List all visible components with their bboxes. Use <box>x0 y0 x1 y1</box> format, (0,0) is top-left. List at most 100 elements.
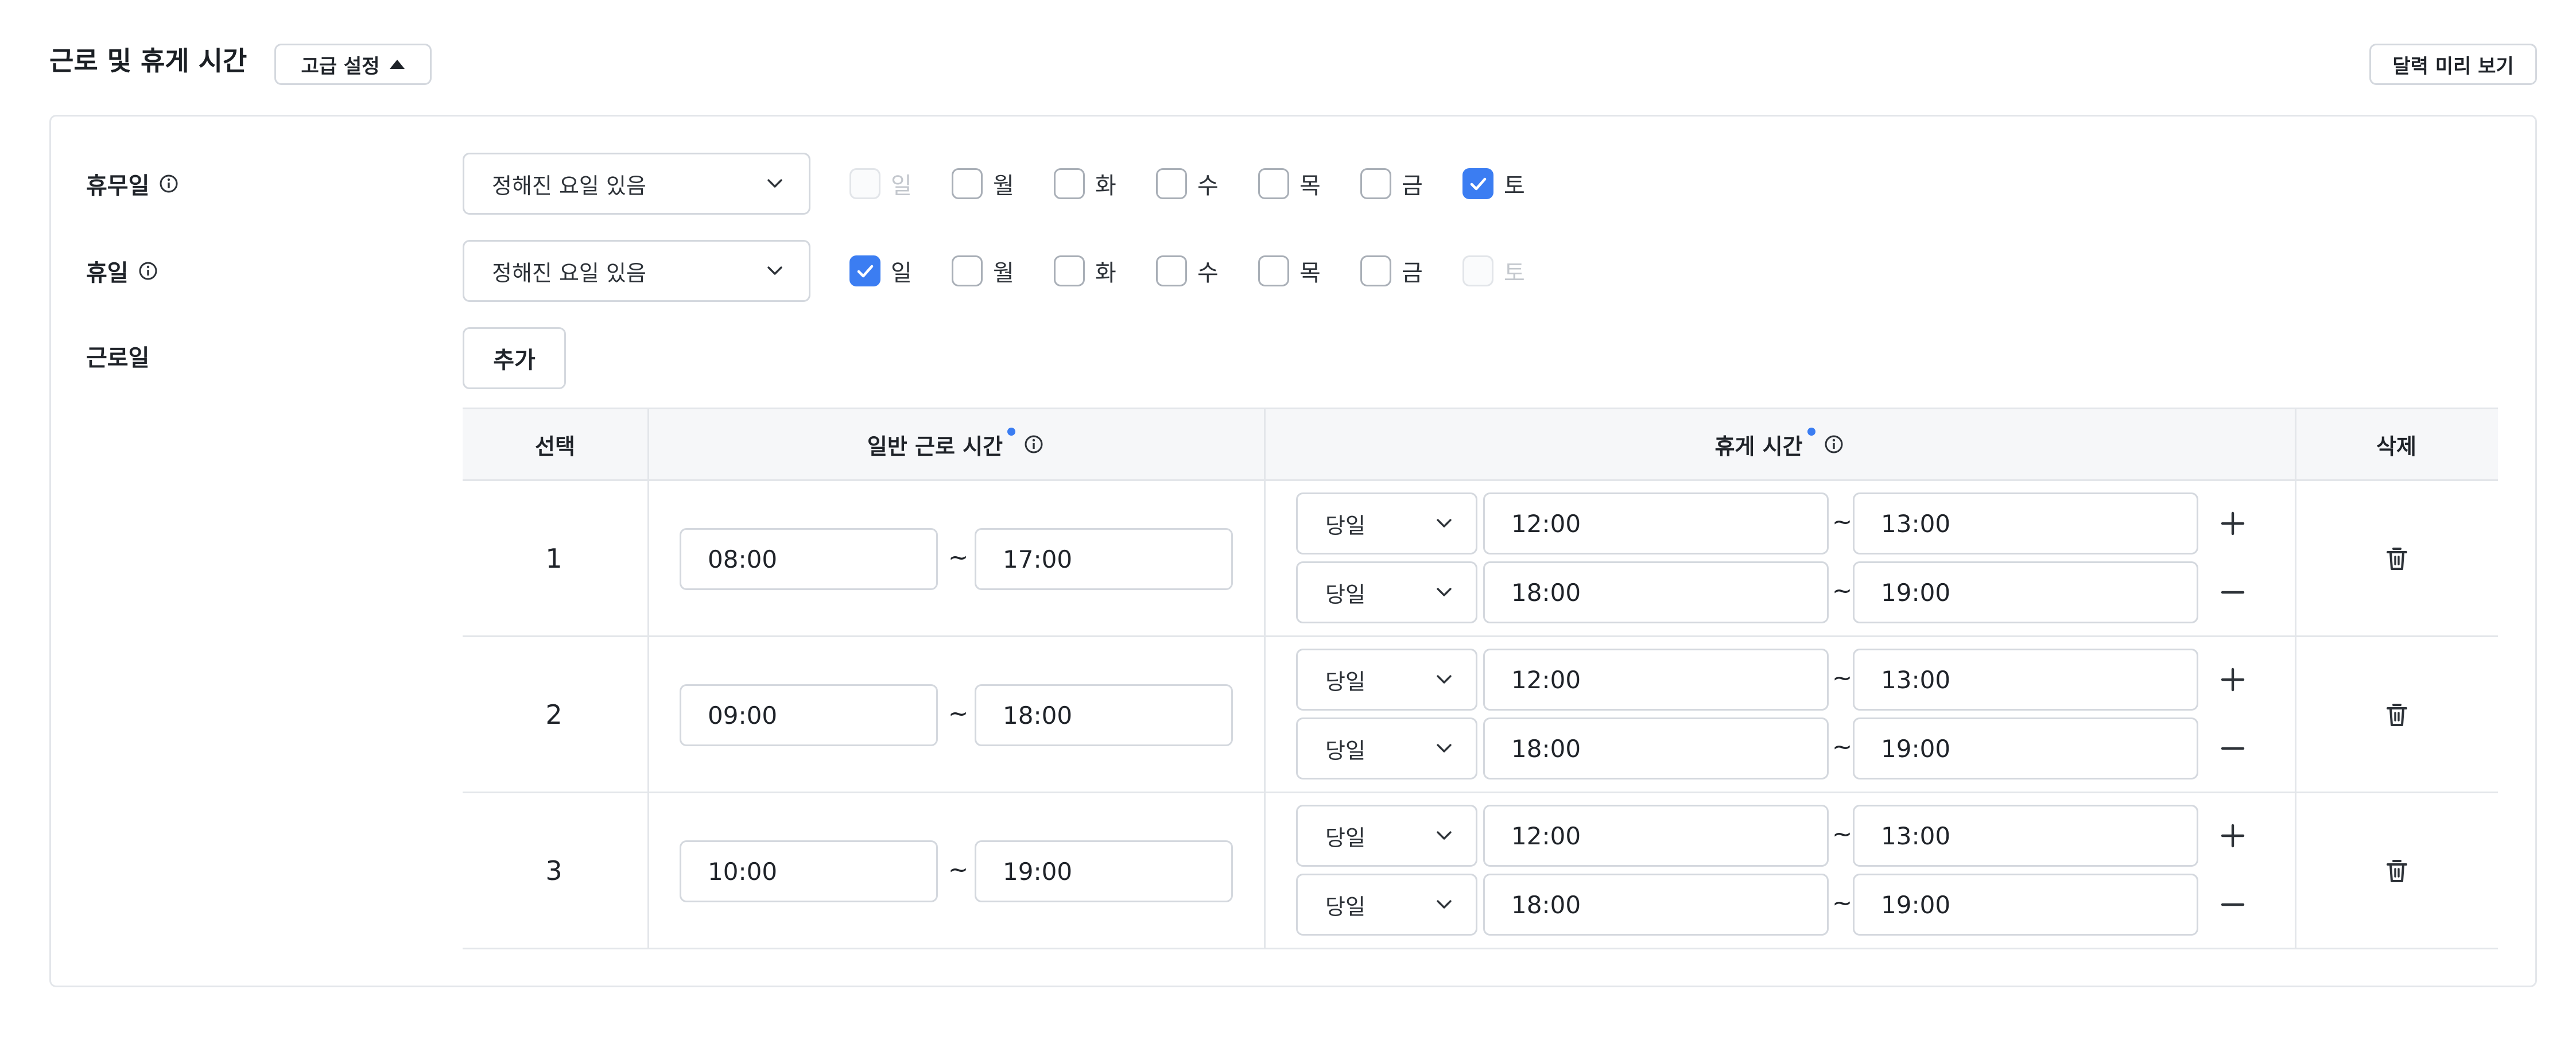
checkbox[interactable] <box>1156 168 1187 199</box>
checkbox[interactable] <box>1054 168 1085 199</box>
delete-row-button[interactable] <box>2380 542 2414 576</box>
break-day-select[interactable]: 당일 <box>1296 492 1477 554</box>
break-end-input[interactable]: 13:00 <box>1853 805 2198 867</box>
advanced-settings-button[interactable]: 고급 설정 <box>274 44 432 85</box>
day-checkbox[interactable]: 화 <box>1054 254 1116 288</box>
break-start-value: 12:00 <box>1511 665 1581 694</box>
check-icon <box>1470 177 1487 191</box>
add-workday-button[interactable]: 추가 <box>463 327 566 389</box>
regular-start-input[interactable]: 10:00 <box>680 840 938 902</box>
day-checkbox[interactable]: 토 <box>1462 166 1525 201</box>
required-dot <box>1007 428 1016 436</box>
day-checkbox: 토 <box>1462 254 1525 288</box>
caret-up-icon <box>390 60 405 69</box>
chevron-down-icon <box>1437 675 1452 684</box>
remove-break-button[interactable] <box>2216 887 2250 922</box>
day-checkbox: 일 <box>849 166 912 201</box>
delete-row-button[interactable] <box>2380 698 2414 732</box>
add-break-button[interactable] <box>2216 662 2250 697</box>
break-start-input[interactable]: 12:00 <box>1483 492 1829 554</box>
day-checkbox[interactable]: 수 <box>1156 166 1219 201</box>
regular-hours-label: 일반 근로 시간 <box>867 433 1003 459</box>
break-day-select[interactable]: 당일 <box>1296 717 1477 779</box>
row-divider <box>463 792 2498 793</box>
info-icon[interactable] <box>158 173 179 194</box>
row-number: 1 <box>545 543 562 574</box>
delete-row-button[interactable] <box>2380 854 2414 889</box>
add-break-button[interactable] <box>2216 506 2250 541</box>
day-checkbox[interactable]: 목 <box>1258 254 1321 288</box>
info-icon[interactable] <box>1023 434 1044 455</box>
regular-end-input[interactable]: 19:00 <box>975 840 1233 902</box>
calendar-preview-button[interactable]: 달력 미리 보기 <box>2369 44 2537 85</box>
break-day-value: 당일 <box>1325 669 1365 695</box>
checkbox <box>849 168 880 199</box>
holiday-select-value: 정해진 요일 있음 <box>492 260 646 286</box>
checkbox-checked[interactable] <box>849 255 880 286</box>
day-checkbox[interactable]: 금 <box>1360 166 1423 201</box>
section-title: 근로 및 휴게 시간 <box>49 45 247 76</box>
unpaid-holiday-select[interactable]: 정해진 요일 있음 <box>463 153 810 215</box>
break-end-input[interactable]: 19:00 <box>1853 561 2198 623</box>
checkbox[interactable] <box>1156 255 1187 286</box>
break-day-value: 당일 <box>1325 738 1365 763</box>
tilde-separator: ~ <box>1832 664 1853 692</box>
day-checkbox[interactable]: 월 <box>952 166 1014 201</box>
break-day-select[interactable]: 당일 <box>1296 649 1477 711</box>
day-label: 금 <box>1402 260 1423 286</box>
day-checkbox[interactable]: 화 <box>1054 166 1116 201</box>
break-start-input[interactable]: 12:00 <box>1483 649 1829 711</box>
break-day-select[interactable]: 당일 <box>1296 874 1477 936</box>
unpaid-holiday-label-group: 휴무일 <box>86 166 179 201</box>
column-header-delete: 삭제 <box>2376 433 2416 459</box>
remove-break-button[interactable] <box>2216 731 2250 766</box>
regular-start-value: 08:00 <box>708 545 778 573</box>
regular-end-input[interactable]: 18:00 <box>975 684 1233 746</box>
day-checkbox[interactable]: 목 <box>1258 166 1321 201</box>
day-checkbox[interactable]: 수 <box>1156 254 1219 288</box>
break-day-value: 당일 <box>1325 825 1365 851</box>
chevron-down-icon <box>1437 588 1452 596</box>
checkbox[interactable] <box>1054 255 1085 286</box>
checkbox[interactable] <box>1360 255 1391 286</box>
break-time-label: 휴게 시간 <box>1714 433 1803 459</box>
add-break-button[interactable] <box>2216 819 2250 853</box>
break-day-select[interactable]: 당일 <box>1296 561 1477 623</box>
break-start-input[interactable]: 18:00 <box>1483 874 1829 936</box>
break-end-input[interactable]: 19:00 <box>1853 874 2198 936</box>
regular-end-input[interactable]: 17:00 <box>975 528 1233 590</box>
checkbox[interactable] <box>952 255 983 286</box>
checkbox[interactable] <box>1258 255 1289 286</box>
regular-start-input[interactable]: 08:00 <box>680 528 938 590</box>
remove-break-button[interactable] <box>2216 575 2250 610</box>
break-end-input[interactable]: 13:00 <box>1853 649 2198 711</box>
plus-icon <box>2221 824 2245 848</box>
break-end-input[interactable]: 19:00 <box>1853 717 2198 779</box>
break-start-input[interactable]: 18:00 <box>1483 717 1829 779</box>
holiday-select[interactable]: 정해진 요일 있음 <box>463 240 810 302</box>
day-checkbox[interactable]: 일 <box>849 254 912 288</box>
day-label: 수 <box>1197 260 1219 286</box>
day-checkbox[interactable]: 월 <box>952 254 1014 288</box>
info-icon[interactable] <box>138 261 158 281</box>
checkbox[interactable] <box>1360 168 1391 199</box>
break-day-select[interactable]: 당일 <box>1296 805 1477 867</box>
break-start-value: 18:00 <box>1511 734 1581 763</box>
tilde-separator: ~ <box>1832 889 1853 917</box>
break-start-value: 12:00 <box>1511 821 1581 850</box>
break-start-input[interactable]: 18:00 <box>1483 561 1829 623</box>
break-start-value: 18:00 <box>1511 890 1581 919</box>
day-label: 목 <box>1299 260 1321 286</box>
checkbox[interactable] <box>952 168 983 199</box>
break-start-value: 12:00 <box>1511 509 1581 538</box>
regular-start-input[interactable]: 09:00 <box>680 684 938 746</box>
break-end-input[interactable]: 13:00 <box>1853 492 2198 554</box>
workday-table: 선택 일반 근로 시간 휴게 시간 삭제 1 08:00 ~17:00 당일 12:00… <box>463 408 2498 949</box>
break-start-input[interactable]: 12:00 <box>1483 805 1829 867</box>
plus-icon <box>2221 511 2245 536</box>
day-checkbox[interactable]: 금 <box>1360 254 1423 288</box>
checkbox-checked[interactable] <box>1462 168 1493 199</box>
info-icon[interactable] <box>1824 434 1844 455</box>
break-end-value: 13:00 <box>1881 665 1951 694</box>
checkbox[interactable] <box>1258 168 1289 199</box>
